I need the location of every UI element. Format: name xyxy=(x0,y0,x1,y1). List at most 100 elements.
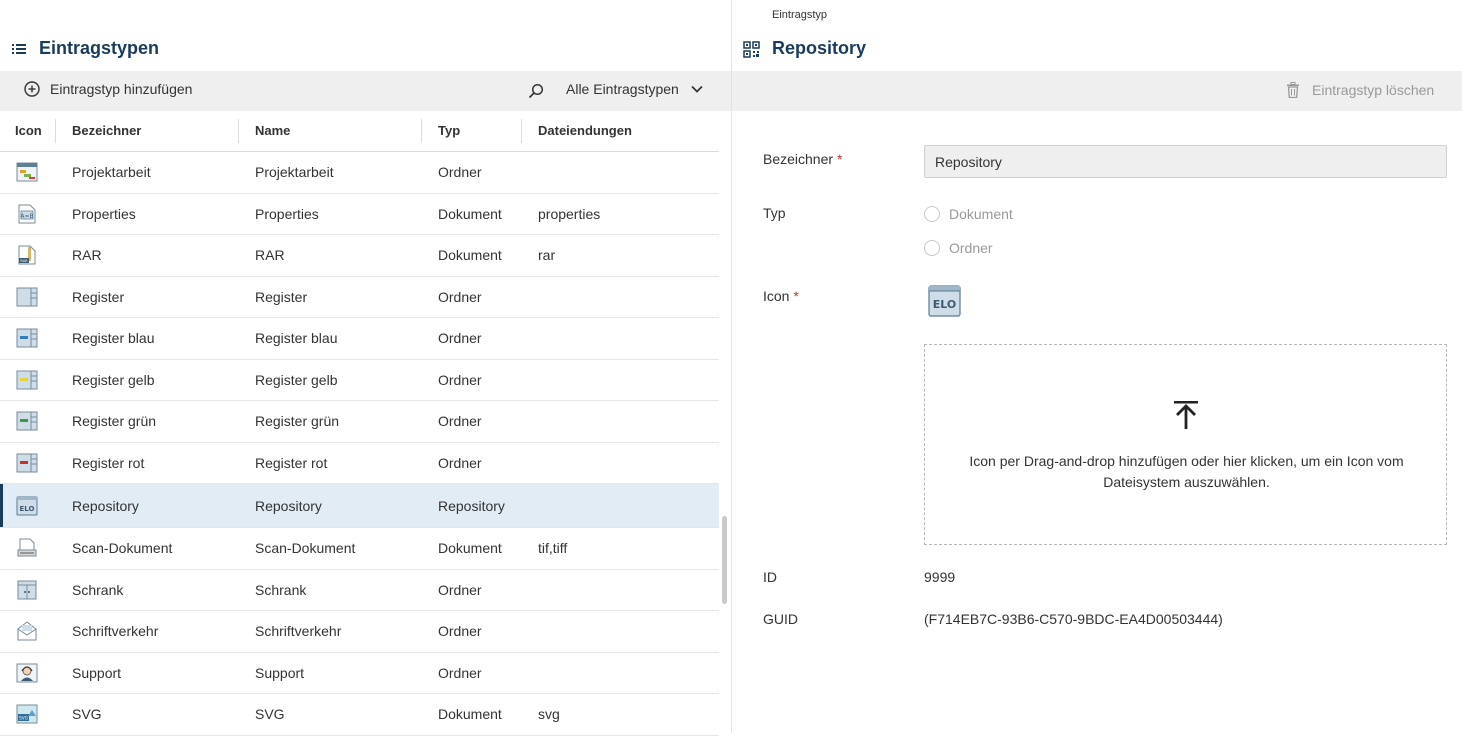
cell-bezeichner: Properties xyxy=(72,205,136,222)
breadcrumb: Eintragstyp xyxy=(772,9,828,21)
cell-name: Scan-Dokument xyxy=(255,540,356,557)
support-icon xyxy=(16,663,38,683)
register-icon xyxy=(16,287,38,307)
page-title: Eintragstypen xyxy=(39,38,160,58)
column-header-typ[interactable]: Typ xyxy=(438,123,460,138)
cell-bezeichner: SVG xyxy=(72,706,102,723)
bezeichner-label: Bezeichner * xyxy=(763,151,842,167)
add-entry-type-button[interactable]: Eintragstyp hinzufügen xyxy=(24,81,192,97)
trash-icon xyxy=(1287,82,1299,98)
svg-text:SVG: SVG xyxy=(19,716,28,721)
schriftverkehr-icon xyxy=(16,621,38,641)
entry-types-header: Eintragstypen xyxy=(0,30,731,68)
cell-name: Schrank xyxy=(255,581,307,598)
required-mark: * xyxy=(836,151,843,167)
table-row[interactable]: Schriftverkehr Schriftverkehr Ordner xyxy=(0,611,719,653)
table-row[interactable]: Register grün Register grün Ordner xyxy=(0,401,719,443)
projektarbeit-icon xyxy=(16,162,38,182)
table-row[interactable]: Register rot Register rot Ordner xyxy=(0,443,719,484)
cell-dateiendungen: svg xyxy=(538,706,560,723)
drop-zone-message: Icon per Drag-and-drop hinzufügen oder h… xyxy=(969,453,1404,490)
cell-typ: Ordner xyxy=(438,413,482,430)
entry-types-table: Projektarbeit Projektarbeit Ordner A=B Prope… xyxy=(0,152,719,736)
table-row[interactable]: Projektarbeit Projektarbeit Ordner xyxy=(0,152,719,194)
cell-dateiendungen: tif,tiff xyxy=(538,540,568,557)
typ-radio-ordner[interactable]: Ordner xyxy=(924,240,993,256)
cell-typ: Repository xyxy=(438,497,505,514)
cell-bezeichner: Register grün xyxy=(72,413,157,430)
table-row[interactable]: SVG SVG SVG Dokument svg xyxy=(0,694,719,736)
upload-icon xyxy=(1174,401,1198,429)
radio-circle[interactable] xyxy=(924,206,940,222)
typ-radio-dokument[interactable]: Dokument xyxy=(924,206,1013,222)
cell-bezeichner: Register xyxy=(72,288,125,305)
cell-typ: Ordner xyxy=(438,454,482,471)
guid-label: GUID xyxy=(763,611,798,627)
svg-text:RAR: RAR xyxy=(20,259,28,263)
column-header-bezeichner[interactable]: Bezeichner xyxy=(72,123,141,138)
cell-name: Register grün xyxy=(255,413,340,430)
elo-repository-icon: ELO xyxy=(928,285,961,317)
table-scrollbar[interactable] xyxy=(722,516,727,604)
bezeichner-field[interactable]: Repository xyxy=(924,145,1447,178)
preview-icon-text: ELO xyxy=(933,298,956,311)
list-icon xyxy=(12,44,26,54)
table-row[interactable]: Register Register Ordner xyxy=(0,277,719,318)
cell-name: Register xyxy=(255,288,308,305)
cell-name: Repository xyxy=(255,497,322,514)
cell-bezeichner: Register gelb xyxy=(72,371,155,388)
column-header-name[interactable]: Name xyxy=(255,123,290,138)
icon-label-text: Icon xyxy=(763,288,790,304)
icon-drop-zone[interactable]: Icon per Drag-and-drop hinzufügen oder h… xyxy=(924,344,1447,545)
properties-icon: A=B xyxy=(16,204,38,224)
guid-value: (F714EB7C-93B6-C570-9BDC-EA4D00503444) xyxy=(924,611,1223,627)
detail-title: Repository xyxy=(772,38,867,58)
column-separator[interactable] xyxy=(421,119,422,143)
table-row-selected[interactable]: ELO Repository Repository Repository xyxy=(0,484,719,528)
required-mark: * xyxy=(793,288,799,304)
column-header-icon[interactable]: Icon xyxy=(15,123,42,138)
table-row[interactable]: Scan-Dokument Scan-Dokument Dokument tif,ti… xyxy=(0,528,719,570)
column-separator[interactable] xyxy=(238,119,239,143)
cell-name: Register rot xyxy=(255,454,328,471)
cell-typ: Ordner xyxy=(438,330,482,347)
table-row[interactable]: Support Support Ordner xyxy=(0,653,719,694)
cell-bezeichner: RAR xyxy=(72,247,102,264)
cell-bezeichner: Schriftverkehr xyxy=(72,623,159,640)
table-row[interactable]: RAR RAR RAR Dokument rar xyxy=(0,235,719,277)
table-header: Icon Bezeichner Name Typ Dateiendungen xyxy=(0,111,719,152)
cell-name: Register gelb xyxy=(255,371,338,388)
entry-type-detail-pane: Eintragstyp Repository Eintragstyp lösch… xyxy=(732,0,1462,733)
cell-bezeichner: Register rot xyxy=(72,454,145,471)
table-row[interactable]: Schrank Schrank Ordner xyxy=(0,570,719,611)
scan-icon xyxy=(16,538,38,558)
cell-name: SVG xyxy=(255,706,285,723)
entry-type-filter-dropdown[interactable]: Alle Eintragstypen xyxy=(566,81,703,97)
radio-circle[interactable] xyxy=(924,240,940,256)
register-gruen-icon xyxy=(16,411,38,431)
delete-entry-type-label: Eintragstyp löschen xyxy=(1312,82,1435,98)
delete-entry-type-button[interactable]: Eintragstyp löschen xyxy=(1286,82,1434,98)
cell-bezeichner: Projektarbeit xyxy=(72,164,151,181)
entry-types-toolbar: Eintragstyp hinzufügen Alle Eintragstype… xyxy=(0,71,731,111)
add-entry-type-label: Eintragstyp hinzufügen xyxy=(50,81,193,97)
id-label: ID xyxy=(763,569,777,585)
id-value: 9999 xyxy=(924,569,956,585)
column-separator[interactable] xyxy=(521,119,522,143)
column-header-dateiendungen[interactable]: Dateiendungen xyxy=(538,123,632,138)
table-row[interactable]: Register gelb Register gelb Ordner xyxy=(0,360,719,401)
cell-typ: Dokument xyxy=(438,540,502,557)
cell-typ: Ordner xyxy=(438,581,482,598)
entry-types-pane: Eintragstypen Eintragstyp hinzufügen All… xyxy=(0,0,731,736)
column-separator[interactable] xyxy=(55,119,56,143)
search-icon[interactable] xyxy=(528,83,544,99)
table-row[interactable]: A=B Properties Properties Dokument propertie… xyxy=(0,194,719,235)
cell-name: Register blau xyxy=(255,330,338,347)
cell-dateiendungen: properties xyxy=(538,205,601,222)
detail-toolbar: Eintragstyp löschen xyxy=(732,71,1462,111)
register-rot-icon xyxy=(16,453,38,473)
table-row[interactable]: Register blau Register blau Ordner xyxy=(0,318,719,360)
cell-name: Schriftverkehr xyxy=(255,623,342,640)
cell-typ: Ordner xyxy=(438,664,482,681)
cell-typ: Dokument xyxy=(438,205,502,222)
